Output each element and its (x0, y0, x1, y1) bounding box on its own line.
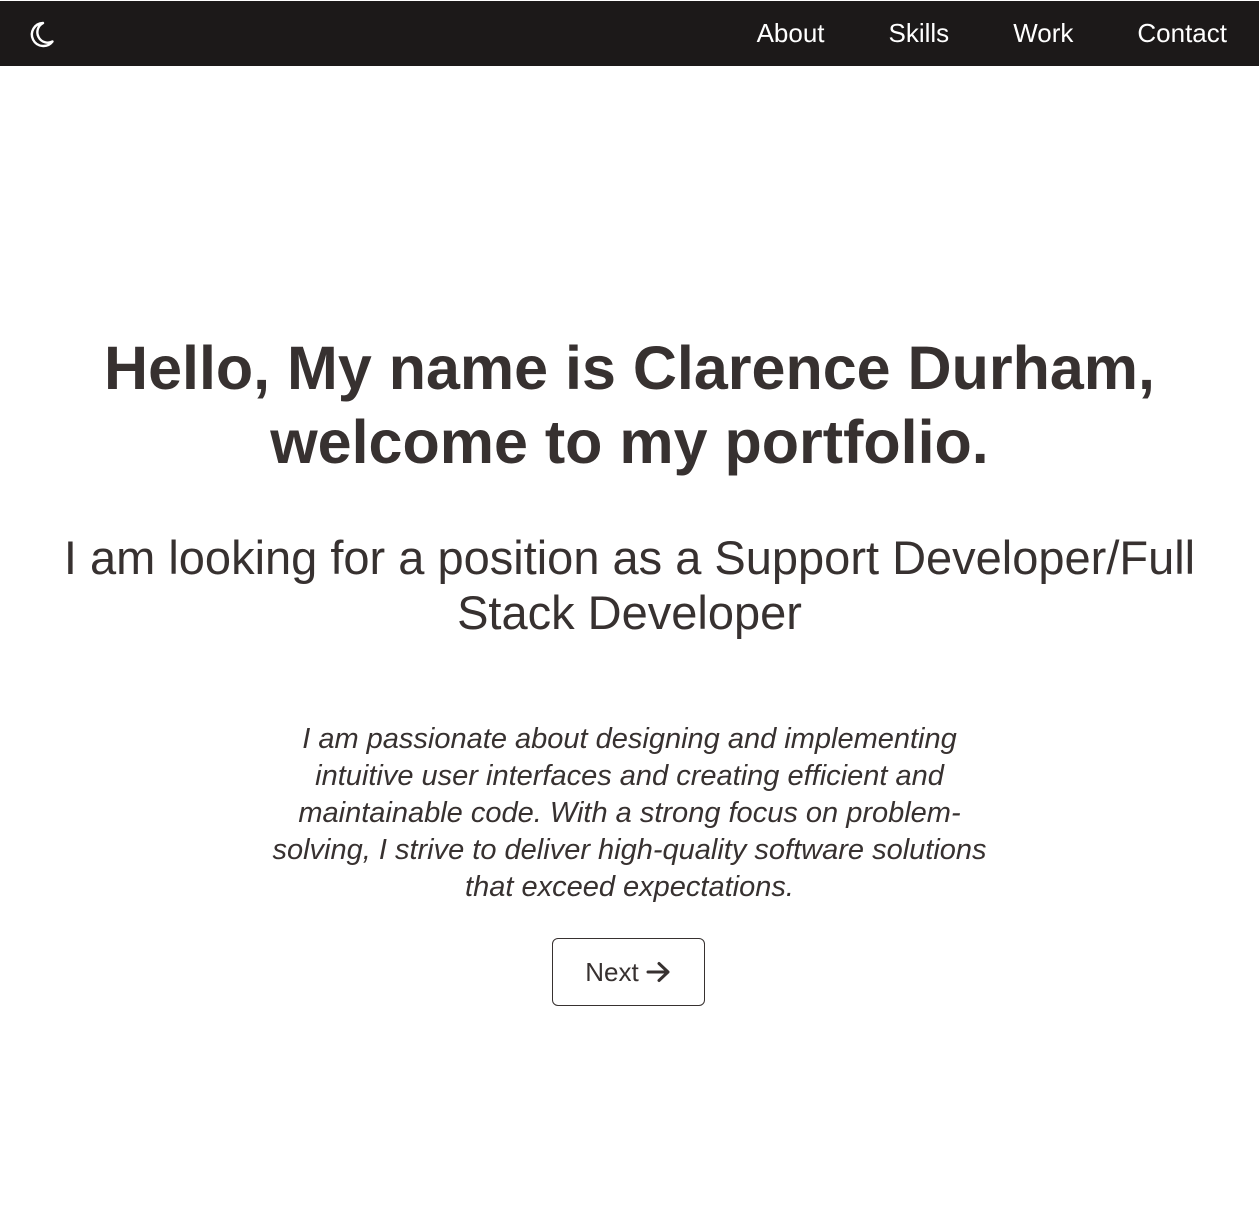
hero-subtitle: I am looking for a position as a Support… (63, 531, 1196, 639)
next-button-label: Next (585, 956, 639, 987)
hero-description: I am passionate about designing and impl… (272, 723, 987, 903)
crescent-moon-icon[interactable] (26, 19, 56, 49)
hero-title: Hello, My name is Clarence Durham, welco… (104, 334, 1155, 476)
nav-link-contact[interactable]: Contact (1137, 1, 1227, 66)
nav-links: About Skills Work Contact (693, 1, 1259, 66)
nav-link-about[interactable]: About (757, 1, 825, 66)
nav-link-work[interactable]: Work (1013, 1, 1073, 66)
nav-link-skills[interactable]: Skills (889, 1, 950, 66)
arrow-right-icon (646, 960, 672, 984)
next-button[interactable]: Next (552, 938, 705, 1006)
navbar: About Skills Work Contact (0, 1, 1259, 66)
